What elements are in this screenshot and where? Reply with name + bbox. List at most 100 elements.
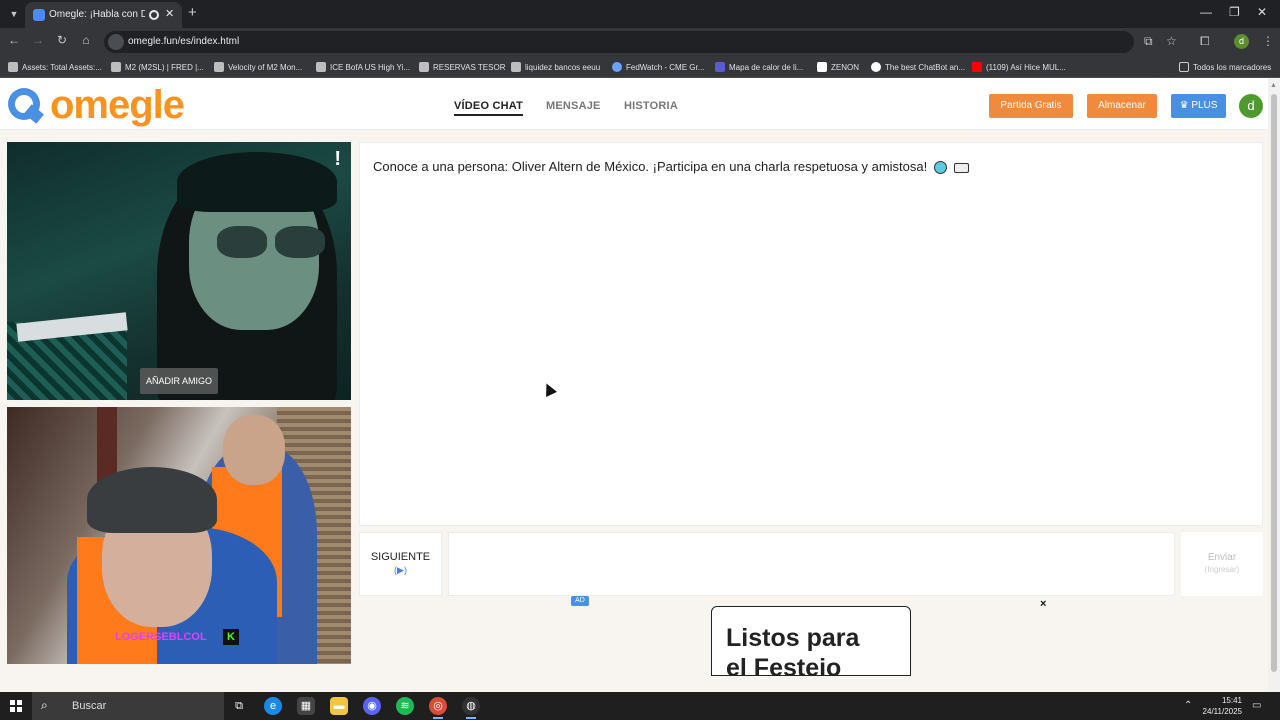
next-button[interactable]: SIGUIENTE (▶) bbox=[359, 532, 442, 596]
folder-icon bbox=[1179, 62, 1189, 72]
bookmark-icon bbox=[316, 62, 326, 72]
bookmark-item[interactable]: Assets: Total Assets:... bbox=[8, 60, 104, 74]
site-info-icon[interactable] bbox=[108, 34, 124, 50]
bookmark-item[interactable]: ICE BofA US High Yi... bbox=[316, 60, 412, 74]
taskbar-search[interactable]: ⌕ Buscar bbox=[32, 692, 224, 720]
tray-chevron-icon[interactable]: ⌃ bbox=[1184, 700, 1192, 711]
tab-close-icon[interactable]: ✕ bbox=[165, 7, 174, 20]
browser-menu-icon[interactable]: ⋮ bbox=[1262, 34, 1274, 48]
scroll-thumb[interactable] bbox=[1271, 94, 1277, 672]
minimize-icon[interactable]: — bbox=[1200, 5, 1212, 19]
chat-log: Conoce a una persona: Oliver Altern de M… bbox=[359, 142, 1263, 526]
zenon-icon bbox=[817, 62, 827, 72]
edge-icon[interactable]: e bbox=[264, 697, 282, 715]
url-text: omegle.fun/es/index.html bbox=[128, 36, 240, 47]
bookmark-item[interactable]: Mapa de calor de li... bbox=[715, 60, 811, 74]
heatmap-icon bbox=[715, 62, 725, 72]
windows-taskbar: ⌕ Buscar ⧉ e ▦ ▬ ◉ ≋ ◎ ◍ ⌃ 15:41 24/11/2… bbox=[0, 692, 1280, 720]
extensions-icon[interactable]: ⧠ bbox=[1200, 34, 1210, 49]
stranger-video: ! AÑADIR AMIGO bbox=[7, 142, 351, 400]
all-bookmarks[interactable]: Todos los marcadores bbox=[1179, 60, 1275, 74]
bookmark-item[interactable]: FedWatch - CME Gr... bbox=[612, 60, 708, 74]
sunglasses-left bbox=[217, 226, 267, 258]
spotify-icon[interactable]: ≋ bbox=[396, 697, 414, 715]
browser-toolbar: ← → ↻ ⌂ omegle.fun/es/index.html ⧉ ☆ ⧠ d… bbox=[0, 28, 1280, 56]
advertisement[interactable]: Listos para el Festejo bbox=[711, 606, 911, 676]
ad-headline-2: el Festejo bbox=[726, 654, 842, 676]
kick-logo-icon: K bbox=[223, 629, 239, 645]
bookmark-icon bbox=[111, 62, 121, 72]
report-icon[interactable]: ! bbox=[334, 148, 341, 171]
taskbar-clock[interactable]: 15:41 24/11/2025 bbox=[1196, 695, 1242, 717]
globe-emoji-icon bbox=[933, 161, 947, 175]
bookmark-item[interactable]: Velocity of M2 Mon... bbox=[214, 60, 310, 74]
search-icon: ⌕ bbox=[41, 698, 48, 712]
omegle-favicon-icon bbox=[33, 9, 45, 21]
omegle-logo-icon bbox=[6, 86, 46, 124]
mouth-emoji-icon bbox=[953, 162, 969, 173]
back-icon[interactable]: ← bbox=[6, 33, 22, 47]
youtube-icon bbox=[972, 62, 982, 72]
plus-button[interactable]: ♛ PLUS bbox=[1171, 94, 1226, 118]
bookmark-item[interactable]: The best ChatBot an... bbox=[871, 60, 967, 74]
file-explorer-icon[interactable]: ▬ bbox=[330, 697, 348, 715]
install-app-icon[interactable]: ⧉ bbox=[1144, 34, 1153, 49]
new-tab-icon[interactable]: + bbox=[188, 4, 197, 21]
chat-message-input[interactable] bbox=[448, 532, 1175, 596]
tab-title: Omegle: ¡Habla con Desco... bbox=[49, 9, 145, 20]
crown-icon: ♛ bbox=[1179, 100, 1189, 111]
forward-icon[interactable]: → bbox=[30, 33, 46, 47]
discord-icon[interactable]: ◉ bbox=[363, 697, 381, 715]
bookmark-item[interactable]: RESERVAS TESORO bbox=[419, 60, 505, 74]
bookmark-item[interactable]: liquidez bancos eeuu bbox=[511, 60, 605, 74]
bookmarks-bar: Assets: Total Assets:... M2 (M2SL) | FRE… bbox=[0, 56, 1280, 78]
maximize-icon[interactable]: ❐ bbox=[1229, 5, 1240, 19]
send-button[interactable]: Enviar (Ingresar) bbox=[1181, 532, 1263, 596]
logo-text: omegle bbox=[50, 83, 185, 127]
add-friend-button[interactable]: AÑADIR AMIGO bbox=[140, 368, 218, 394]
bookmark-item[interactable]: M2 (M2SL) | FRED |... bbox=[111, 60, 207, 74]
scroll-up-icon[interactable]: ▲ bbox=[1270, 82, 1277, 89]
store-app-icon[interactable]: ▦ bbox=[297, 697, 315, 715]
page-scrollbar[interactable]: ▲ bbox=[1268, 78, 1280, 692]
self-video: LOGERSEBLCOL K bbox=[7, 407, 351, 664]
home-icon[interactable]: ⌂ bbox=[78, 33, 94, 47]
bookmark-item[interactable]: (1109) Así Hice MUL... bbox=[972, 60, 1068, 74]
bookmark-star-icon[interactable]: ☆ bbox=[1166, 34, 1177, 48]
free-game-button[interactable]: Partida Gratis bbox=[989, 94, 1073, 118]
stream-watermark: LOGERSEBLCOL bbox=[115, 631, 207, 643]
tab-history[interactable]: HISTORIA bbox=[624, 100, 678, 112]
browser-profile-avatar[interactable]: d bbox=[1234, 34, 1249, 49]
recording-icon bbox=[149, 10, 159, 20]
store-button[interactable]: Almacenar bbox=[1087, 94, 1157, 118]
window-close-icon[interactable]: ✕ bbox=[1257, 5, 1267, 19]
chat-intro-message: Conoce a una persona: Oliver Altern de M… bbox=[373, 159, 969, 175]
bookmark-icon bbox=[419, 62, 429, 72]
browser-tab[interactable]: Omegle: ¡Habla con Desco... ✕ bbox=[25, 2, 182, 28]
tab-search-icon[interactable]: ▼ bbox=[6, 6, 22, 22]
chrome-icon[interactable]: ◎ bbox=[429, 697, 447, 719]
person-cap bbox=[177, 152, 337, 212]
ad-headline: Listos para bbox=[726, 624, 860, 652]
address-bar[interactable]: omegle.fun/es/index.html bbox=[104, 31, 1134, 53]
reload-icon[interactable]: ↻ bbox=[54, 33, 70, 47]
tab-video-chat[interactable]: VÍDEO CHAT bbox=[454, 100, 524, 116]
user-avatar[interactable]: d bbox=[1239, 94, 1263, 118]
ad-close-icon[interactable]: × bbox=[1040, 598, 1046, 610]
ad-badge: AD bbox=[571, 596, 589, 606]
windows-start-icon[interactable] bbox=[10, 700, 22, 712]
omegle-logo[interactable]: omegle bbox=[6, 83, 185, 127]
site-header: omegle VÍDEO CHAT MENSAJE HISTORIA Parti… bbox=[0, 78, 1268, 130]
bookmark-icon bbox=[214, 62, 224, 72]
globe-icon bbox=[612, 62, 622, 72]
tab-message[interactable]: MENSAJE bbox=[546, 100, 601, 112]
notifications-icon[interactable]: ▭ bbox=[1252, 700, 1261, 711]
task-view-icon[interactable]: ⧉ bbox=[230, 697, 248, 715]
obs-icon[interactable]: ◍ bbox=[462, 697, 480, 719]
bookmark-item[interactable]: ZENON bbox=[817, 60, 865, 74]
bookmark-icon bbox=[511, 62, 521, 72]
bookmark-icon bbox=[8, 62, 18, 72]
page-content: omegle VÍDEO CHAT MENSAJE HISTORIA Parti… bbox=[0, 78, 1280, 692]
tab-strip: ▼ Omegle: ¡Habla con Desco... ✕ + — ❐ ✕ bbox=[0, 0, 1280, 28]
person-one-cap bbox=[87, 467, 217, 533]
